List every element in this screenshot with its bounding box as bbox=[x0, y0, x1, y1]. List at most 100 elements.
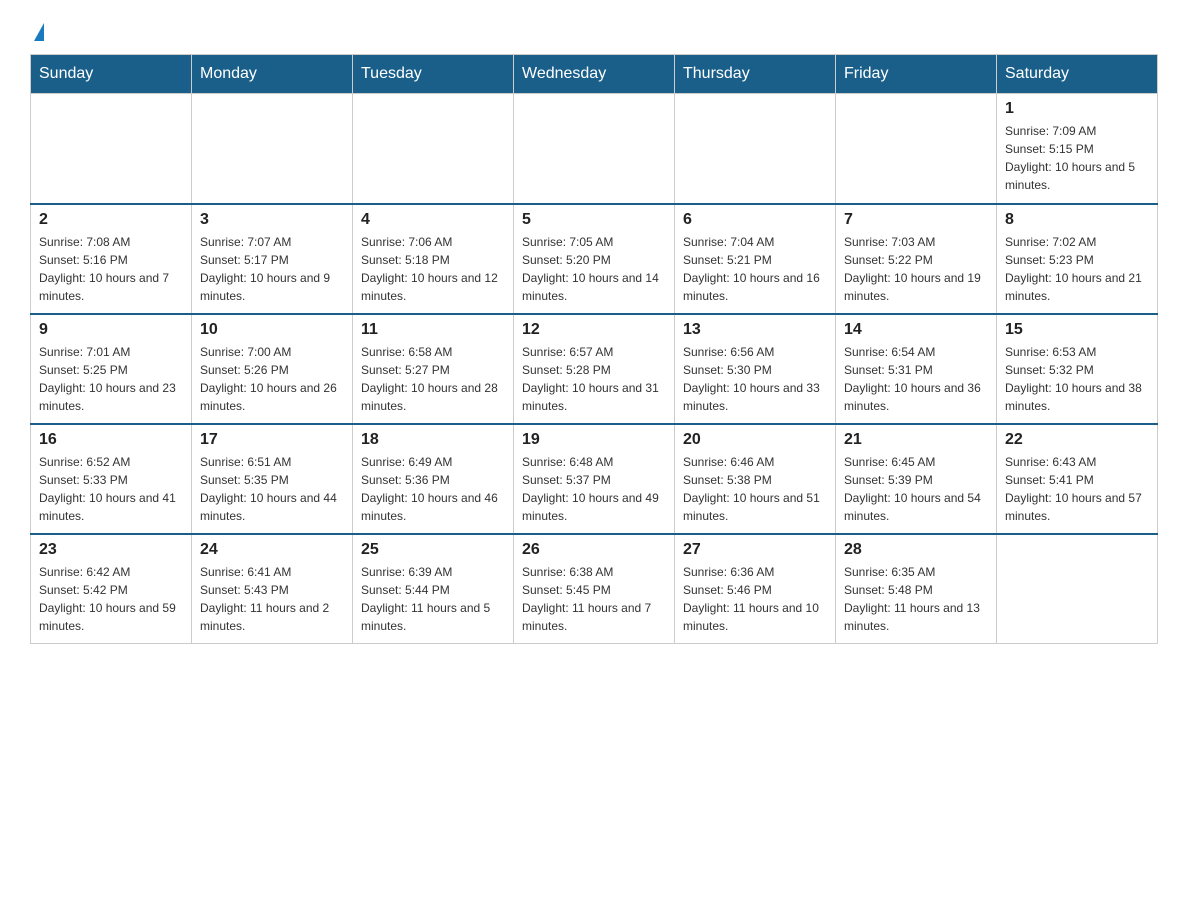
day-info: Sunrise: 6:38 AMSunset: 5:45 PMDaylight:… bbox=[522, 563, 666, 635]
day-info: Sunrise: 7:04 AMSunset: 5:21 PMDaylight:… bbox=[683, 233, 827, 305]
day-of-week-header: Wednesday bbox=[514, 55, 675, 94]
calendar-cell: 3 Sunrise: 7:07 AMSunset: 5:17 PMDaylight… bbox=[192, 204, 353, 314]
day-info: Sunrise: 6:53 AMSunset: 5:32 PMDaylight:… bbox=[1005, 343, 1149, 415]
day-number: 19 bbox=[522, 431, 666, 449]
calendar-cell: 13 Sunrise: 6:56 AMSunset: 5:30 PMDayligh… bbox=[675, 314, 836, 424]
day-number: 8 bbox=[1005, 211, 1149, 229]
calendar-week-row: 1 Sunrise: 7:09 AMSunset: 5:15 PMDaylight… bbox=[31, 94, 1158, 204]
day-number: 20 bbox=[683, 431, 827, 449]
day-number: 23 bbox=[39, 541, 183, 559]
day-info: Sunrise: 6:49 AMSunset: 5:36 PMDaylight:… bbox=[361, 453, 505, 525]
day-number: 25 bbox=[361, 541, 505, 559]
calendar-week-row: 23 Sunrise: 6:42 AMSunset: 5:42 PMDayligh… bbox=[31, 534, 1158, 644]
calendar-cell: 5Sunrise: 7:05 AMSunset: 5:20 PMDaylight… bbox=[514, 204, 675, 314]
day-info: Sunrise: 7:03 AMSunset: 5:22 PMDaylight:… bbox=[844, 233, 988, 305]
calendar-cell: 20Sunrise: 6:46 AMSunset: 5:38 PMDayligh… bbox=[675, 424, 836, 534]
day-info: Sunrise: 6:48 AMSunset: 5:37 PMDaylight:… bbox=[522, 453, 666, 525]
calendar-cell bbox=[192, 94, 353, 204]
calendar-cell bbox=[836, 94, 997, 204]
day-number: 10 bbox=[200, 321, 344, 339]
calendar-cell bbox=[997, 534, 1158, 644]
day-info: Sunrise: 6:42 AMSunset: 5:42 PMDaylight:… bbox=[39, 563, 183, 635]
calendar-cell: 12Sunrise: 6:57 AMSunset: 5:28 PMDayligh… bbox=[514, 314, 675, 424]
calendar-cell: 7 Sunrise: 7:03 AMSunset: 5:22 PMDaylight… bbox=[836, 204, 997, 314]
day-info: Sunrise: 7:09 AMSunset: 5:15 PMDaylight:… bbox=[1005, 122, 1149, 194]
day-number: 13 bbox=[683, 321, 827, 339]
logo bbox=[30, 20, 44, 44]
calendar-cell: 15 Sunrise: 6:53 AMSunset: 5:32 PMDayligh… bbox=[997, 314, 1158, 424]
day-number: 4 bbox=[361, 211, 505, 229]
day-info: Sunrise: 6:51 AMSunset: 5:35 PMDaylight:… bbox=[200, 453, 344, 525]
day-number: 9 bbox=[39, 321, 183, 339]
day-info: Sunrise: 7:08 AMSunset: 5:16 PMDaylight:… bbox=[39, 233, 183, 305]
day-info: Sunrise: 7:02 AMSunset: 5:23 PMDaylight:… bbox=[1005, 233, 1149, 305]
calendar-cell: 25 Sunrise: 6:39 AMSunset: 5:44 PMDayligh… bbox=[353, 534, 514, 644]
calendar-cell: 1 Sunrise: 7:09 AMSunset: 5:15 PMDaylight… bbox=[997, 94, 1158, 204]
calendar-cell: 27Sunrise: 6:36 AMSunset: 5:46 PMDayligh… bbox=[675, 534, 836, 644]
day-info: Sunrise: 6:56 AMSunset: 5:30 PMDaylight:… bbox=[683, 343, 827, 415]
day-of-week-header: Sunday bbox=[31, 55, 192, 94]
calendar-cell: 21 Sunrise: 6:45 AMSunset: 5:39 PMDayligh… bbox=[836, 424, 997, 534]
calendar-cell: 18 Sunrise: 6:49 AMSunset: 5:36 PMDayligh… bbox=[353, 424, 514, 534]
day-info: Sunrise: 7:00 AMSunset: 5:26 PMDaylight:… bbox=[200, 343, 344, 415]
day-number: 5 bbox=[522, 211, 666, 229]
calendar-cell: 9 Sunrise: 7:01 AMSunset: 5:25 PMDaylight… bbox=[31, 314, 192, 424]
day-info: Sunrise: 6:39 AMSunset: 5:44 PMDaylight:… bbox=[361, 563, 505, 635]
calendar-header-row: SundayMondayTuesdayWednesdayThursdayFrid… bbox=[31, 55, 1158, 94]
calendar-cell: 24 Sunrise: 6:41 AMSunset: 5:43 PMDayligh… bbox=[192, 534, 353, 644]
day-number: 14 bbox=[844, 321, 988, 339]
calendar-cell: 28Sunrise: 6:35 AMSunset: 5:48 PMDayligh… bbox=[836, 534, 997, 644]
calendar-cell: 17Sunrise: 6:51 AMSunset: 5:35 PMDayligh… bbox=[192, 424, 353, 534]
calendar-cell: 14 Sunrise: 6:54 AMSunset: 5:31 PMDayligh… bbox=[836, 314, 997, 424]
day-number: 21 bbox=[844, 431, 988, 449]
calendar-cell bbox=[31, 94, 192, 204]
day-info: Sunrise: 6:58 AMSunset: 5:27 PMDaylight:… bbox=[361, 343, 505, 415]
day-info: Sunrise: 6:41 AMSunset: 5:43 PMDaylight:… bbox=[200, 563, 344, 635]
day-of-week-header: Friday bbox=[836, 55, 997, 94]
calendar-cell: 26 Sunrise: 6:38 AMSunset: 5:45 PMDayligh… bbox=[514, 534, 675, 644]
calendar-cell: 2Sunrise: 7:08 AMSunset: 5:16 PMDaylight… bbox=[31, 204, 192, 314]
day-info: Sunrise: 6:45 AMSunset: 5:39 PMDaylight:… bbox=[844, 453, 988, 525]
day-number: 3 bbox=[200, 211, 344, 229]
calendar-cell: 23 Sunrise: 6:42 AMSunset: 5:42 PMDayligh… bbox=[31, 534, 192, 644]
calendar-cell: 22 Sunrise: 6:43 AMSunset: 5:41 PMDayligh… bbox=[997, 424, 1158, 534]
calendar-week-row: 2Sunrise: 7:08 AMSunset: 5:16 PMDaylight… bbox=[31, 204, 1158, 314]
day-info: Sunrise: 6:52 AMSunset: 5:33 PMDaylight:… bbox=[39, 453, 183, 525]
day-number: 6 bbox=[683, 211, 827, 229]
calendar-cell: 4 Sunrise: 7:06 AMSunset: 5:18 PMDaylight… bbox=[353, 204, 514, 314]
day-of-week-header: Saturday bbox=[997, 55, 1158, 94]
calendar-cell: 19 Sunrise: 6:48 AMSunset: 5:37 PMDayligh… bbox=[514, 424, 675, 534]
day-of-week-header: Tuesday bbox=[353, 55, 514, 94]
day-info: Sunrise: 6:36 AMSunset: 5:46 PMDaylight:… bbox=[683, 563, 827, 635]
calendar-table: SundayMondayTuesdayWednesdayThursdayFrid… bbox=[30, 54, 1158, 644]
day-info: Sunrise: 7:06 AMSunset: 5:18 PMDaylight:… bbox=[361, 233, 505, 305]
calendar-week-row: 9 Sunrise: 7:01 AMSunset: 5:25 PMDaylight… bbox=[31, 314, 1158, 424]
calendar-cell: 10 Sunrise: 7:00 AMSunset: 5:26 PMDayligh… bbox=[192, 314, 353, 424]
day-info: Sunrise: 6:43 AMSunset: 5:41 PMDaylight:… bbox=[1005, 453, 1149, 525]
day-number: 24 bbox=[200, 541, 344, 559]
day-info: Sunrise: 7:07 AMSunset: 5:17 PMDaylight:… bbox=[200, 233, 344, 305]
day-number: 16 bbox=[39, 431, 183, 449]
day-number: 7 bbox=[844, 211, 988, 229]
day-info: Sunrise: 6:54 AMSunset: 5:31 PMDaylight:… bbox=[844, 343, 988, 415]
day-number: 1 bbox=[1005, 100, 1149, 118]
calendar-cell: 8 Sunrise: 7:02 AMSunset: 5:23 PMDaylight… bbox=[997, 204, 1158, 314]
day-number: 22 bbox=[1005, 431, 1149, 449]
calendar-cell: 11Sunrise: 6:58 AMSunset: 5:27 PMDayligh… bbox=[353, 314, 514, 424]
day-number: 18 bbox=[361, 431, 505, 449]
day-info: Sunrise: 7:01 AMSunset: 5:25 PMDaylight:… bbox=[39, 343, 183, 415]
calendar-cell bbox=[353, 94, 514, 204]
day-of-week-header: Monday bbox=[192, 55, 353, 94]
day-number: 26 bbox=[522, 541, 666, 559]
calendar-week-row: 16 Sunrise: 6:52 AMSunset: 5:33 PMDayligh… bbox=[31, 424, 1158, 534]
logo-line1 bbox=[30, 20, 44, 44]
calendar-cell: 6 Sunrise: 7:04 AMSunset: 5:21 PMDaylight… bbox=[675, 204, 836, 314]
day-number: 28 bbox=[844, 541, 988, 559]
calendar-cell: 16 Sunrise: 6:52 AMSunset: 5:33 PMDayligh… bbox=[31, 424, 192, 534]
page-header bbox=[30, 20, 1158, 44]
logo-triangle-icon bbox=[34, 23, 44, 41]
calendar-cell bbox=[675, 94, 836, 204]
calendar-cell bbox=[514, 94, 675, 204]
day-number: 15 bbox=[1005, 321, 1149, 339]
day-of-week-header: Thursday bbox=[675, 55, 836, 94]
